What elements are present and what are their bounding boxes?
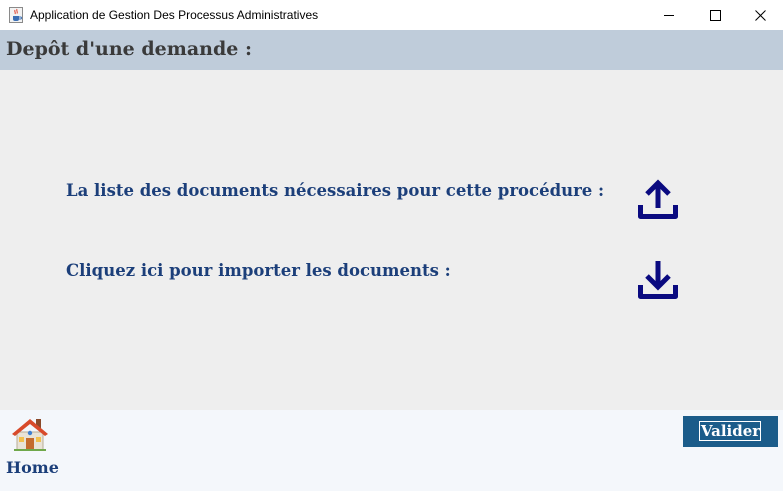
close-icon [754, 9, 766, 21]
house-icon[interactable] [10, 416, 50, 452]
required-documents-label: La liste des documents nécessaires pour … [66, 181, 605, 200]
submit-button[interactable]: Valider [683, 416, 778, 447]
maximize-button[interactable] [692, 0, 738, 30]
footer-bar: Home Valider [0, 410, 783, 491]
main-panel: La liste des documents nécessaires pour … [0, 70, 783, 410]
home-link[interactable]: Home [6, 458, 59, 477]
submit-button-label: Valider [700, 422, 761, 440]
close-button[interactable] [737, 0, 783, 30]
upload-icon[interactable] [636, 178, 680, 222]
minimize-icon [663, 10, 675, 21]
import-documents-label: Cliquez ici pour importer les documents … [66, 261, 451, 280]
java-cup-icon [9, 7, 23, 23]
maximize-icon [709, 9, 721, 21]
app-window: Application de Gestion Des Processus Adm… [0, 0, 783, 491]
minimize-button[interactable] [646, 0, 692, 30]
page-title: Depôt d'une demande : [6, 38, 252, 60]
page-header: Depôt d'une demande : [0, 30, 783, 70]
window-title: Application de Gestion Des Processus Adm… [30, 8, 319, 22]
title-bar: Application de Gestion Des Processus Adm… [0, 0, 783, 30]
download-icon[interactable] [636, 258, 680, 302]
